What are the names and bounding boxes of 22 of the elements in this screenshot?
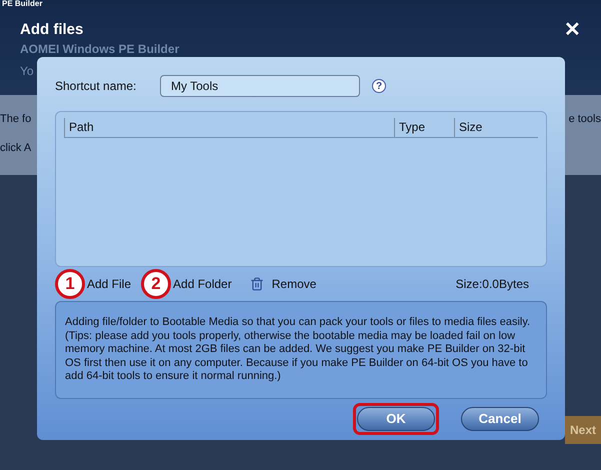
close-button[interactable]: ✕ [564,20,581,40]
column-header[interactable]: Size [454,118,538,137]
app-title: PE Builder [2,0,42,8]
description-text: Adding file/folder to Bootable Media so that you can pack your tools or files to media files easily.(Tips: please add you tools properly, otherwise the bootable media may be loaded fail on low memory machine. At most 2GB files can be added. We suggest you make PE Builder on 32-bit OS first then use it on any computer. Because if you make PE Builder on 64-bit OS you have to add 64-bit tools to ensure it normal running.) [55,301,547,399]
shortcut-label: Shortcut name: [55,78,138,95]
column-header[interactable]: Type [394,118,454,137]
background-text: e tools [568,112,601,127]
annotation-number: 1 [55,269,85,299]
total-size: Size:0.0Bytes [456,276,529,293]
add-button[interactable]: Add Folder [173,275,232,293]
dialog-title: Add files [20,20,84,40]
background-text: The fo [0,112,32,127]
background-text: click A [0,140,32,156]
shortcut-name-field[interactable]: My Tools [160,75,360,97]
add-button[interactable]: Add File [87,275,132,293]
help-icon[interactable]: ? [372,79,386,93]
annotation-number: 2 [141,269,172,299]
column-header[interactable]: Path [64,118,394,137]
background-text: Yo [20,62,34,80]
trash-icon [250,277,264,291]
background-title: AOMEI Windows PE Builder [20,42,180,56]
remove-button[interactable]: Remove [272,275,316,293]
